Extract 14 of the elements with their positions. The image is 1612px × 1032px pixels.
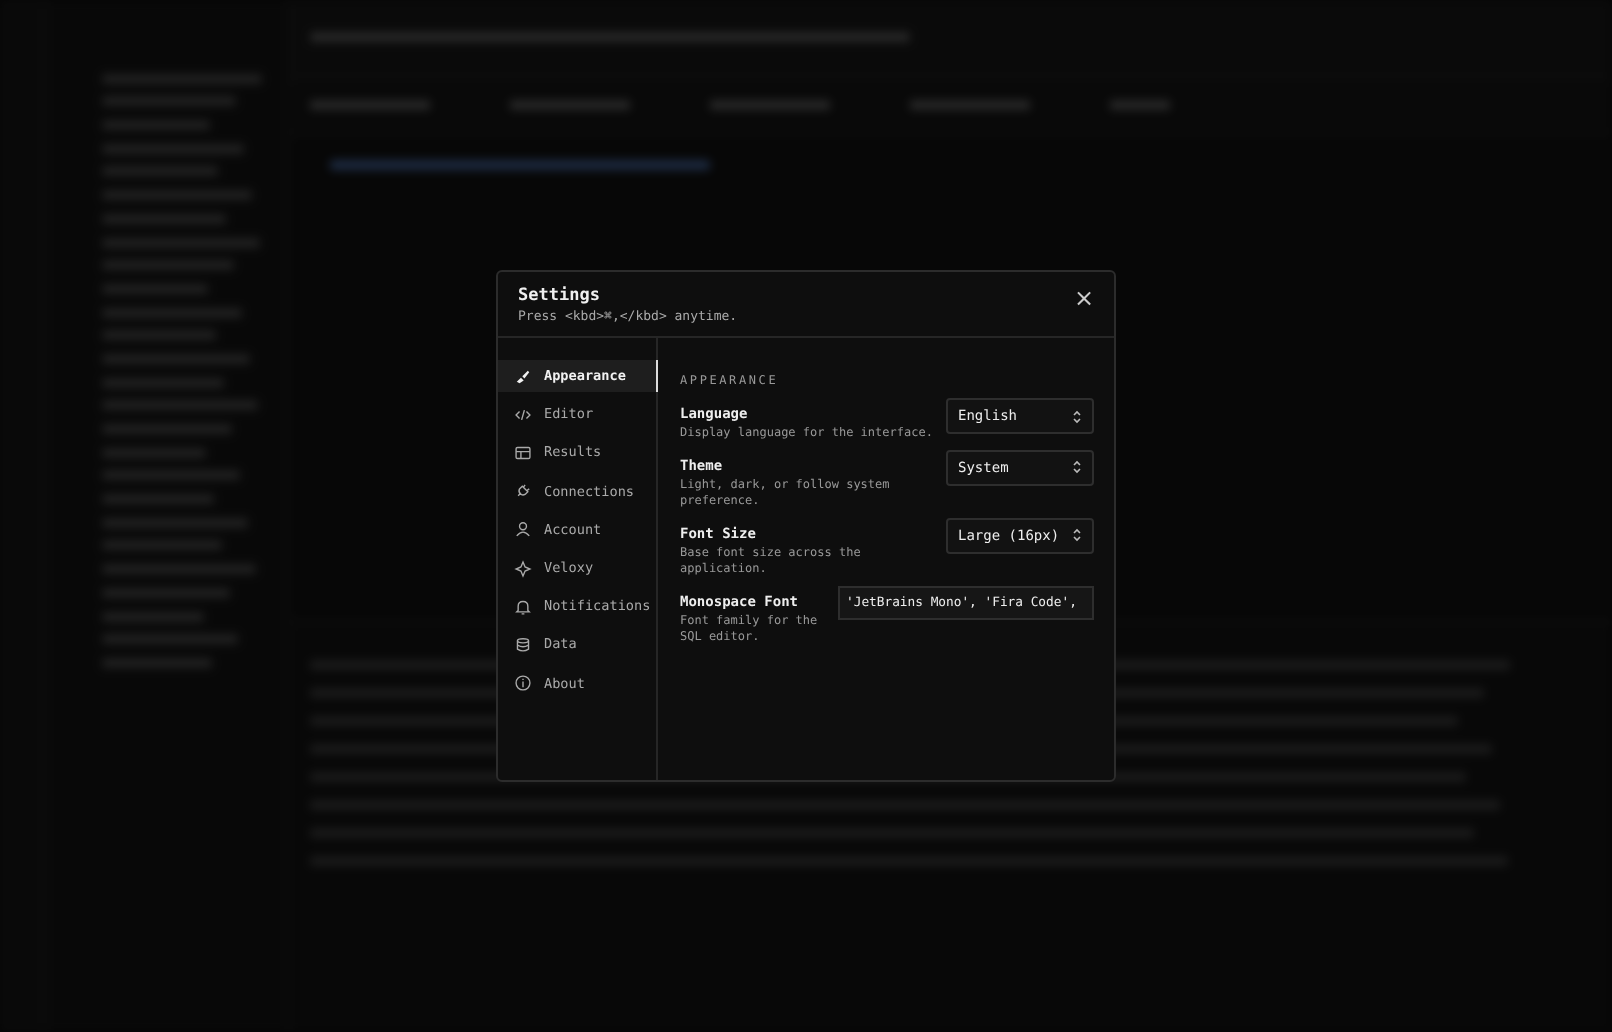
nav-icon — [514, 635, 532, 654]
nav-icon — [514, 443, 532, 462]
chevron-updown-icon — [1072, 409, 1082, 423]
chevron-updown-icon — [1072, 528, 1082, 542]
nav-icon — [514, 482, 532, 501]
nav-icon — [514, 674, 532, 693]
nav-icon — [514, 520, 532, 539]
nav-icon — [514, 597, 532, 616]
nav-icon — [514, 559, 532, 578]
dialog-title: Settings — [518, 286, 602, 308]
chevron-updown-icon — [1072, 460, 1082, 474]
nav-icon — [514, 367, 532, 386]
close-button[interactable]: × — [1073, 288, 1094, 308]
nav-icon — [514, 405, 532, 424]
